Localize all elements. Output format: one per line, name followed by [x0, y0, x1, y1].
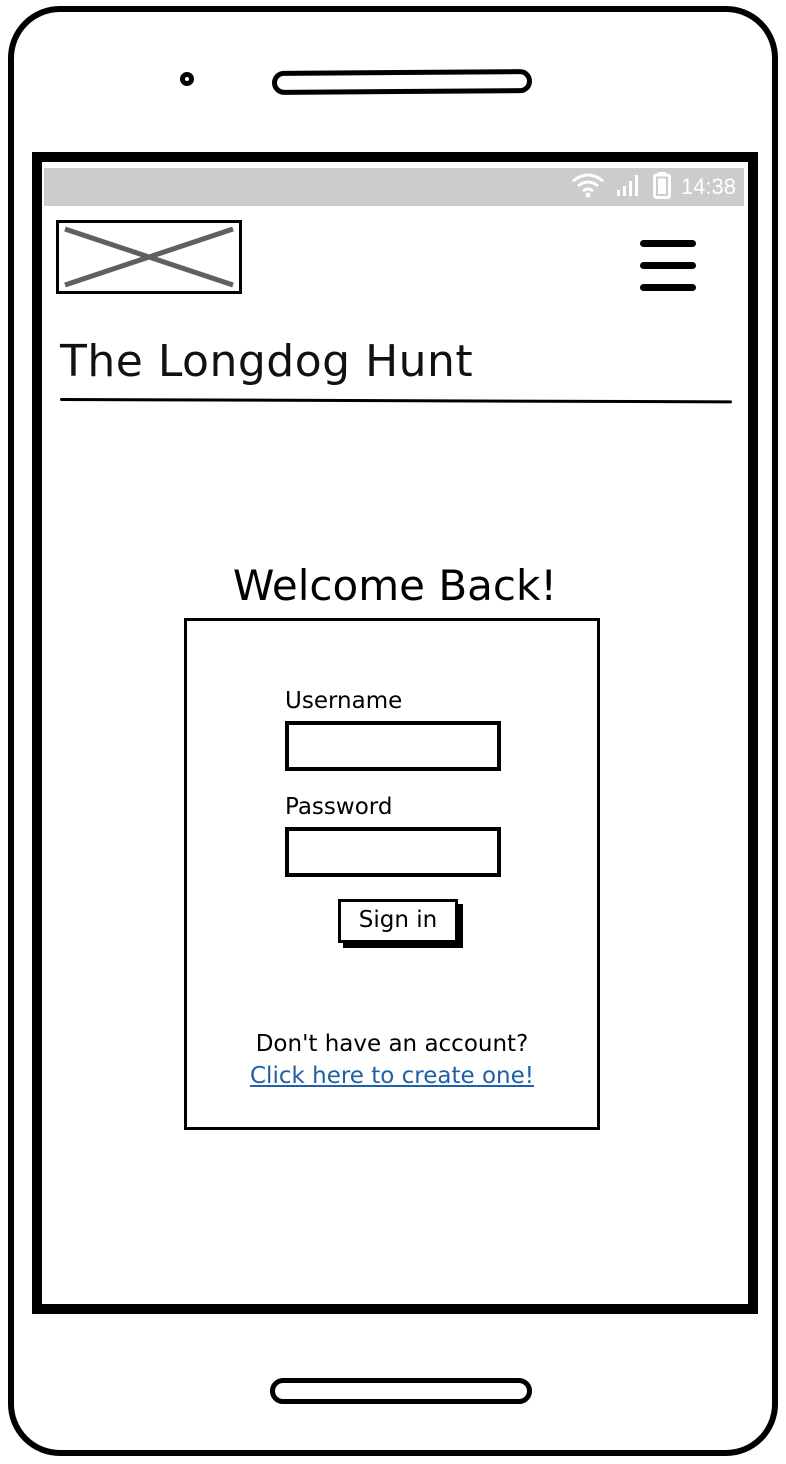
- wifi-icon: [571, 172, 605, 202]
- home-button[interactable]: [270, 1378, 532, 1404]
- status-icons: 14:38: [571, 171, 736, 203]
- signup-prompt: Don't have an account?: [255, 1031, 529, 1057]
- login-form: Username Password Sign in Don't have an …: [184, 618, 600, 1130]
- create-account-link[interactable]: Click here to create one!: [187, 1061, 597, 1091]
- app-title: The Longdog Hunt: [60, 336, 474, 387]
- welcome-heading: Welcome Back!: [232, 561, 558, 610]
- username-input[interactable]: [285, 721, 501, 771]
- hamburger-menu-icon[interactable]: [640, 240, 696, 292]
- password-input[interactable]: [285, 827, 501, 877]
- camera-icon: [180, 72, 194, 86]
- status-time: 14:38: [680, 174, 736, 199]
- status-bar: 14:38: [44, 168, 744, 206]
- sign-in-button[interactable]: Sign in: [338, 899, 458, 943]
- username-label: Username: [285, 688, 403, 714]
- header-divider: [59, 398, 733, 404]
- signal-icon: [615, 172, 643, 202]
- image-placeholder-icon: [56, 220, 242, 294]
- phone-screen: 14:38 The Longdog Hunt Welcome Back! Use…: [32, 152, 758, 1314]
- speaker-grille: [271, 69, 533, 95]
- password-label: Password: [285, 794, 393, 820]
- battery-icon: [652, 171, 671, 203]
